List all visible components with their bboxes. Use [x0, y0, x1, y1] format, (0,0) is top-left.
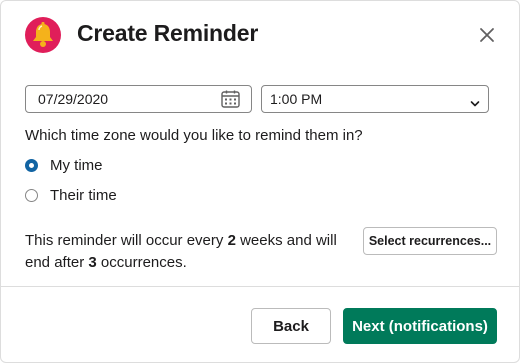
radio-label: Their time: [50, 187, 117, 204]
recurrence-interval: 2: [227, 232, 236, 249]
create-reminder-modal: Create Reminder 1:00 PM: [0, 0, 520, 363]
footer-divider: [1, 286, 519, 287]
date-input[interactable]: [26, 86, 228, 112]
recurrence-text: occurrences.: [96, 254, 187, 271]
chevron-down-icon: [470, 95, 480, 113]
date-field[interactable]: [25, 85, 252, 113]
radio-label: My time: [50, 157, 103, 174]
next-notifications-button[interactable]: Next (notifications): [343, 308, 497, 344]
back-button[interactable]: Back: [251, 308, 331, 344]
modal-title: Create Reminder: [77, 20, 259, 46]
recurrence-count: 3: [88, 254, 97, 271]
timezone-question: Which time zone would you like to remind…: [25, 127, 363, 144]
recurrence-summary: This reminder will occur every 2 weeks a…: [25, 230, 355, 274]
recurrence-text: This reminder will occur every: [25, 232, 228, 249]
close-icon[interactable]: [475, 23, 499, 47]
time-select[interactable]: 1:00 PM: [261, 85, 489, 113]
select-recurrences-button[interactable]: Select recurrences...: [363, 227, 497, 255]
bell-icon: [25, 17, 61, 53]
time-select-value: 1:00 PM: [270, 91, 323, 107]
radio-button-selected[interactable]: [25, 159, 38, 172]
calendar-icon[interactable]: [221, 90, 240, 113]
radio-button[interactable]: [25, 189, 38, 202]
